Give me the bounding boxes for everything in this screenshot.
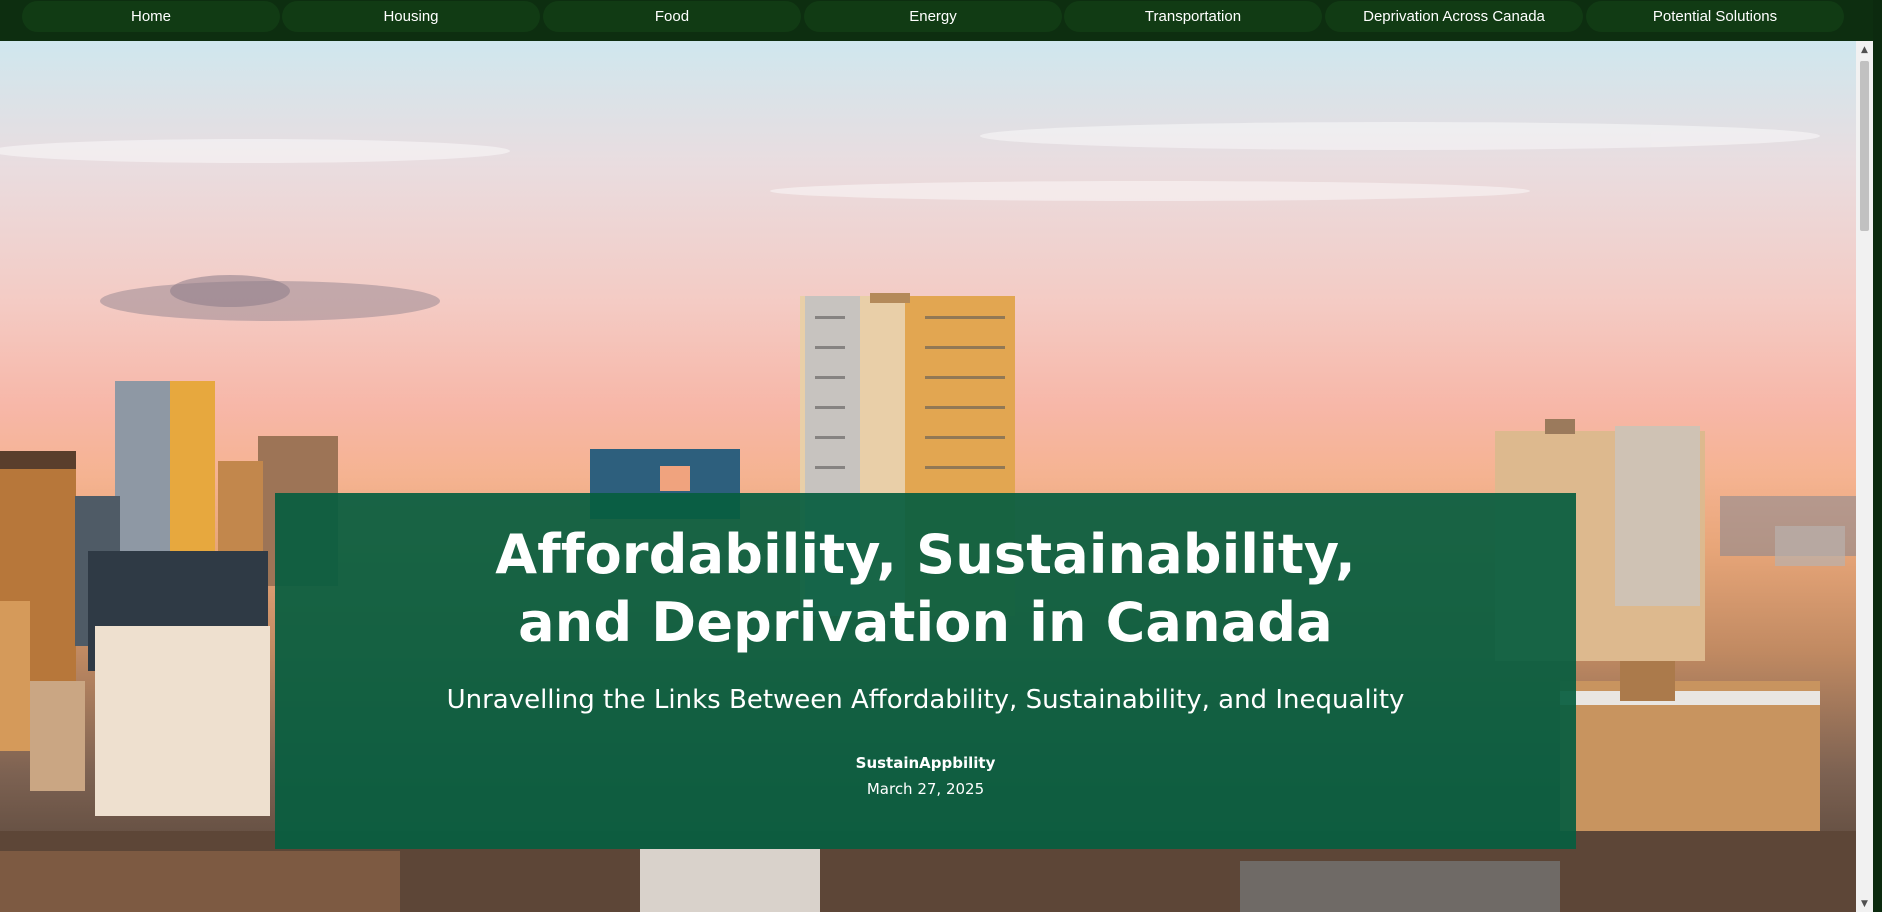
hero-title-line-1: Affordability, Sustainability, <box>495 523 1356 586</box>
scroll-up-arrow-icon[interactable]: ▲ <box>1856 41 1873 58</box>
nav-energy[interactable]: Energy <box>804 1 1062 32</box>
nav-deprivation-across-canada[interactable]: Deprivation Across Canada <box>1325 1 1583 32</box>
scroll-down-arrow-icon[interactable]: ▼ <box>1856 895 1873 912</box>
hero-section: Affordability, Sustainability, and Depri… <box>0 41 1856 912</box>
nav-housing[interactable]: Housing <box>282 1 540 32</box>
hero-title-line-2: and Deprivation in Canada <box>518 591 1333 654</box>
nav-home[interactable]: Home <box>22 1 280 32</box>
author-name: SustainAppbility <box>855 754 996 772</box>
nav-transportation[interactable]: Transportation <box>1064 1 1322 32</box>
vertical-scrollbar[interactable]: ▲ ▼ <box>1856 41 1873 912</box>
hero-subtitle: Unravelling the Links Between Affordabil… <box>446 685 1405 715</box>
hero-overlay-card: Affordability, Sustainability, and Depri… <box>275 493 1576 849</box>
top-navigation: Home Housing Food Energy Transportation … <box>0 0 1882 41</box>
nav-potential-solutions[interactable]: Potential Solutions <box>1586 1 1844 32</box>
hero-title: Affordability, Sustainability, and Depri… <box>376 521 1476 657</box>
publish-date: March 27, 2025 <box>866 780 985 798</box>
window-edge <box>1873 0 1882 912</box>
scrollbar-thumb[interactable] <box>1860 61 1869 231</box>
nav-food[interactable]: Food <box>543 1 801 32</box>
